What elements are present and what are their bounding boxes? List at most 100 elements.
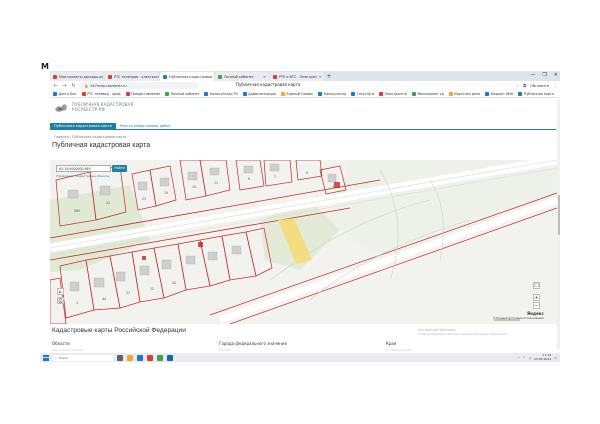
bookmark-item[interactable]: Госуслуги	[351, 91, 374, 96]
maximize-button[interactable]: ❐	[542, 71, 546, 80]
edge-icon[interactable]	[137, 354, 143, 361]
parcel-number-label[interactable]: 565	[74, 209, 80, 213]
close-window-button[interactable]: ✕	[554, 71, 558, 80]
bookmark-favicon-icon	[448, 91, 453, 96]
bookmark-label: Бюджет ИНН	[490, 91, 514, 96]
map-canvas[interactable]: 565 41 23 19 15 11 9 7 5 3 1 44 27 12 32	[50, 160, 557, 324]
bookmark-item[interactable]: Предоставление	[125, 91, 160, 96]
chevron-up-icon[interactable]: ^	[517, 356, 520, 360]
file-explorer-icon[interactable]	[127, 354, 133, 361]
bookmark-item[interactable]: Электросеть	[379, 91, 407, 96]
cadastral-search-input[interactable]: 61:15:0000000:565	[56, 165, 111, 172]
bookmarks-bar: Дом и Быт PTC телевид - прод Предоставлени…	[50, 90, 560, 98]
site-tab[interactable]: Публичная кадастровая карта	[50, 123, 116, 129]
parcel-number-label[interactable]: 41	[106, 201, 110, 205]
reload-icon[interactable]: ↻	[71, 83, 76, 89]
breadcrumb: Главная / Публичная кадастровая карта	[54, 135, 127, 139]
site-tab[interactable]: Реестр кадастровых работ	[116, 123, 175, 129]
parcel-number-label[interactable]: 27	[126, 291, 130, 295]
task-view-icon[interactable]	[117, 354, 123, 361]
parcel-number-label[interactable]: 3	[332, 185, 334, 189]
close-tab-icon[interactable]: ✕	[319, 75, 322, 79]
bookmark-label: Калькулятор	[323, 91, 347, 96]
parcel-number-label[interactable]: 7	[274, 175, 276, 179]
page-scrollbar[interactable]	[557, 99, 560, 349]
search-icon: ⌕	[55, 355, 57, 360]
new-tab-button[interactable]: +	[325, 72, 333, 81]
bookmark-label: Личный кабинет	[170, 91, 200, 96]
bookmark-item[interactable]: Дом и Быт	[53, 91, 77, 96]
parcel-number-label[interactable]: 11	[214, 181, 218, 185]
bookmark-label: PTC телевид - прод	[87, 91, 121, 96]
parcel-number-label[interactable]: 5	[306, 171, 308, 175]
close-tab-icon[interactable]: ✕	[263, 75, 266, 79]
bookmark-favicon-icon	[518, 91, 523, 96]
site-logo[interactable]: ПУБЛИЧНАЯ КАДАСТРОВАЯ РОСРЕЕСТР РФ	[54, 103, 133, 113]
parcel-number-label[interactable]: 19	[164, 191, 168, 195]
parcel-number-label[interactable]: 15	[192, 185, 196, 189]
bookmark-label: Публичная карта	[523, 91, 554, 96]
browser-tab[interactable]: Публичная кадастровая✕	[160, 72, 214, 81]
measure-button[interactable]: ⊾	[57, 288, 64, 295]
print-button[interactable]: ⎙	[57, 297, 64, 304]
minimize-button[interactable]: —	[530, 71, 535, 80]
tab-label: PTP и ВТС - Электрон	[279, 74, 317, 79]
bookmark-item[interactable]: Единый Сервис	[280, 91, 314, 96]
address-bar-row: ← → ↻ 🔒 kk7map.rosreestr.ru ☆ ⧉ Обновить…	[50, 81, 560, 90]
page-title: Публичная кадастровая карта	[52, 142, 151, 149]
url-field[interactable]: 🔒 kk7map.rosreestr.ru	[80, 82, 198, 89]
bookmark-favicon-icon	[81, 91, 86, 96]
search-button[interactable]: Найти	[112, 165, 127, 172]
logo-line-2: РОСРЕЕСТР РФ	[72, 107, 105, 112]
extensions-icon[interactable]: ⧉	[523, 83, 526, 88]
scrollbar-thumb[interactable]	[557, 195, 560, 235]
printer-icon: ⎙	[58, 298, 63, 304]
bookmark-item[interactable]: Бюджет ИНН	[485, 91, 514, 96]
column-cities-first[interactable]: Москва	[219, 348, 231, 352]
cadastral-map[interactable]: 565 41 23 19 15 11 9 7 5 3 1 44 27 12 32	[50, 160, 557, 324]
parcel-number-label[interactable]: 1	[76, 301, 78, 305]
bookmark-label: Единый Сервис	[286, 91, 314, 96]
bookmark-item[interactable]: Калькулятор	[318, 91, 347, 96]
bookmark-item[interactable]: Карточка дела	[448, 91, 480, 96]
zoom-in-button[interactable]: +	[533, 294, 540, 301]
menu-icon[interactable]: ⋮	[553, 83, 557, 88]
windows-start-icon[interactable]	[43, 354, 49, 361]
parcel-number-label[interactable]: 23	[142, 197, 146, 201]
search-options-link[interactable]: Управление · Кадастровые объекты	[56, 174, 109, 178]
network-icon[interactable]: ⌔	[523, 355, 526, 360]
bookmark-item[interactable]: Мониторинг сд	[411, 91, 444, 96]
browser-tab[interactable]: PTC телеправ - электроснаб✕	[105, 72, 159, 81]
notifications-icon[interactable]: ▭	[554, 356, 557, 360]
profile-button[interactable]: Обновить	[530, 83, 549, 88]
back-icon[interactable]: ←	[53, 83, 58, 89]
bookmark-item[interactable]: PTC телевид - прод	[81, 91, 121, 96]
column-regions-first[interactable]: Адыгея республика	[52, 348, 83, 352]
taskbar-search[interactable]: ⌕ Поиск	[53, 354, 113, 361]
word-icon[interactable]	[167, 354, 173, 361]
browser-tab[interactable]: Личный кабинет ✕	[215, 72, 269, 81]
zoom-out-button[interactable]: −	[533, 302, 540, 309]
browser-tab[interactable]: PTP и ВТС - Электрон ✕	[270, 72, 324, 81]
browser-tab[interactable]: Мои проекты доскарь.ру✕	[50, 72, 104, 81]
bookmark-item[interactable]: Публичная карта	[518, 91, 554, 96]
bookmark-favicon-icon	[204, 91, 209, 96]
star-icon[interactable]: ☆	[516, 83, 519, 88]
layers-button[interactable]: ☐	[533, 282, 540, 289]
column-krai-first[interactable]: Алтайский край	[386, 348, 411, 352]
volume-icon[interactable]: ◁	[529, 356, 531, 360]
forward-icon[interactable]: →	[62, 83, 67, 89]
parcel-number-label[interactable]: 44	[102, 297, 106, 301]
parcel-number-label[interactable]: 12	[150, 287, 154, 291]
bookmark-item[interactable]: Личный кабинет	[165, 91, 200, 96]
clock[interactable]: 17:14 23.05.2024	[534, 353, 551, 361]
excel-icon[interactable]	[157, 354, 163, 361]
map-copyright[interactable]: © Росреестр Условия использования	[493, 317, 544, 320]
chrome-icon[interactable]	[147, 354, 153, 361]
tab-favicon-icon	[163, 74, 167, 79]
parcel-number-label[interactable]: 9	[248, 177, 250, 181]
bookmark-item[interactable]: Калькулятор РЭ	[204, 91, 238, 96]
bookmark-item[interactable]: Администрация	[242, 91, 276, 96]
yandex-logo[interactable]: Яндекс	[527, 311, 544, 316]
parcel-number-label[interactable]: 32	[172, 281, 176, 285]
